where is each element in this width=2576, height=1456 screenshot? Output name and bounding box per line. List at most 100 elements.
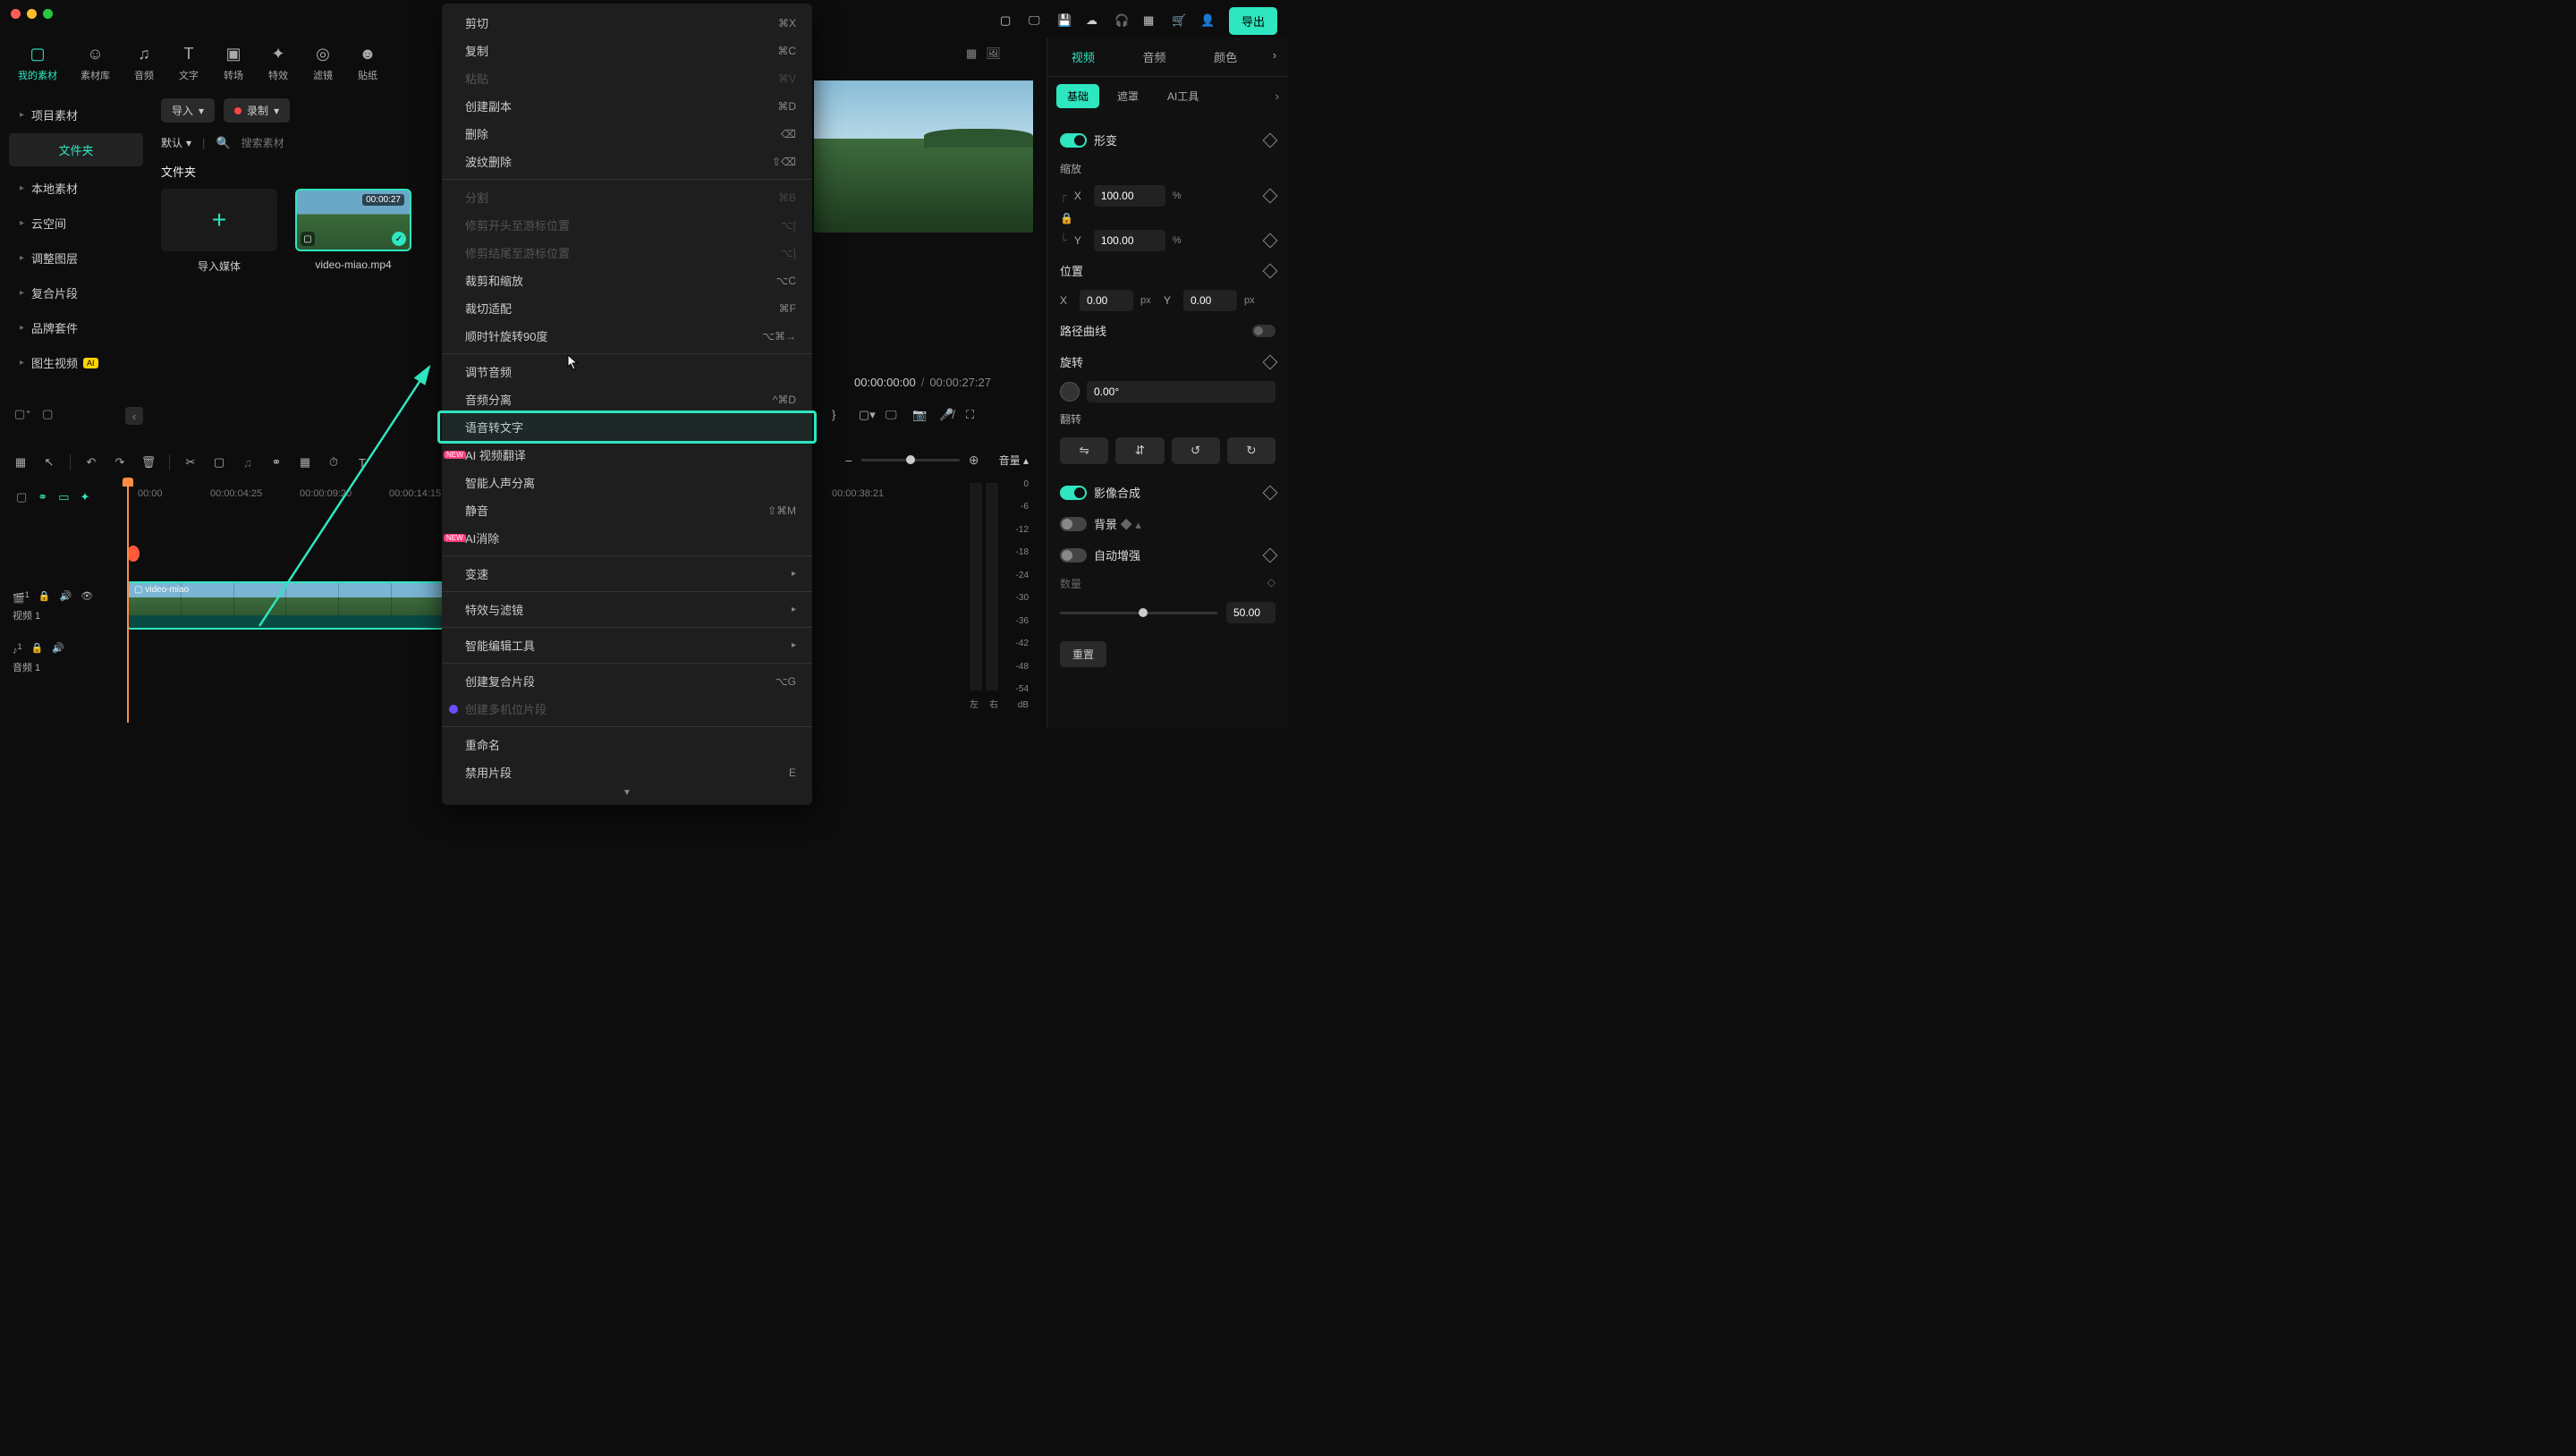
- crop-tool-icon[interactable]: ▢: [211, 454, 227, 470]
- keyframe-button[interactable]: [1263, 132, 1278, 148]
- inspector-tab-video[interactable]: 视频: [1047, 38, 1119, 76]
- select-tool-icon[interactable]: ↖: [41, 454, 57, 470]
- context-menu-item[interactable]: 重命名: [442, 731, 812, 758]
- clip-start-handle[interactable]: [127, 546, 140, 562]
- folder-tree-icon[interactable]: ▢: [42, 407, 53, 421]
- cloud-icon[interactable]: ☁: [1086, 13, 1102, 30]
- zoom-slider[interactable]: [861, 459, 960, 461]
- aspect-icon[interactable]: ▢▾: [859, 408, 873, 422]
- grid-icon[interactable]: ▦: [1143, 13, 1159, 30]
- pos-y-input[interactable]: [1183, 290, 1237, 311]
- context-menu-item[interactable]: NEWAI消除: [442, 524, 812, 552]
- link-tool-icon[interactable]: ⚭: [268, 454, 284, 470]
- mode-icon-1[interactable]: ▢: [16, 490, 27, 504]
- grid-view-icon[interactable]: ▦: [966, 47, 977, 61]
- reset-button[interactable]: 重置: [1060, 641, 1106, 667]
- context-menu-item[interactable]: 语音转文字: [442, 413, 812, 441]
- mosaic-tool-icon[interactable]: ▦: [297, 454, 313, 470]
- maximize-window-button[interactable]: [43, 9, 53, 19]
- context-menu-item[interactable]: 静音⇧⌘M: [442, 496, 812, 524]
- rotate-cw-button[interactable]: ↻: [1227, 437, 1275, 464]
- sidebar-item-folder[interactable]: 文件夹: [9, 133, 143, 166]
- marker-icon[interactable]: }: [832, 408, 846, 422]
- music-tool-icon[interactable]: ♫: [240, 454, 256, 470]
- context-menu-item[interactable]: 裁剪和缩放⌥C: [442, 267, 812, 294]
- lock-icon[interactable]: 🔒: [38, 590, 51, 605]
- auto-enhance-toggle[interactable]: [1060, 548, 1087, 563]
- subtab-mask[interactable]: 遮罩: [1106, 84, 1149, 108]
- lock-icon[interactable]: 🔒: [31, 642, 44, 656]
- inspector-tab-more[interactable]: ›: [1261, 38, 1288, 76]
- scroll-down-icon[interactable]: ▼: [442, 786, 812, 800]
- mic-off-icon[interactable]: 🎤̸: [939, 408, 953, 422]
- context-menu-item[interactable]: 智能人声分离: [442, 469, 812, 496]
- context-menu-item[interactable]: 复制⌘C: [442, 37, 812, 64]
- subtab-more[interactable]: ›: [1275, 89, 1279, 103]
- record-button[interactable]: 录制▾: [224, 98, 290, 123]
- sidebar-item-cloud[interactable]: ▸云空间: [9, 207, 143, 240]
- zoom-in-button[interactable]: ⊕: [969, 453, 979, 468]
- speed-tool-icon[interactable]: ⏱: [326, 454, 342, 470]
- minimize-window-button[interactable]: [27, 9, 37, 19]
- cut-tool-icon[interactable]: ✂: [182, 454, 199, 470]
- bg-toggle[interactable]: [1060, 517, 1087, 531]
- new-folder-icon[interactable]: ▢⁺: [14, 407, 31, 421]
- mode-icon-3[interactable]: ▭: [58, 490, 69, 504]
- keyframe-button[interactable]: [1263, 354, 1278, 369]
- layout-icon[interactable]: ▦: [13, 454, 29, 470]
- rotation-dial[interactable]: [1060, 382, 1080, 402]
- path-toggle[interactable]: [1252, 325, 1275, 337]
- context-menu-item[interactable]: 音频分离^⌘D: [442, 385, 812, 413]
- template-icon[interactable]: ▢: [1000, 13, 1016, 30]
- rotate-ccw-button[interactable]: ↺: [1172, 437, 1220, 464]
- flip-v-button[interactable]: ⇵: [1115, 437, 1164, 464]
- qty-slider[interactable]: [1060, 612, 1217, 614]
- import-button[interactable]: 导入▾: [161, 98, 215, 123]
- tab-transition[interactable]: ▣转场: [223, 43, 244, 82]
- tab-filter[interactable]: ◎滤镜: [312, 43, 334, 82]
- timeline-clip[interactable]: ▢ video-miao: [127, 581, 446, 630]
- scale-x-input[interactable]: [1094, 185, 1165, 207]
- qty-input[interactable]: [1226, 602, 1275, 623]
- context-menu-item[interactable]: 创建复合片段⌥G: [442, 667, 812, 695]
- mute-icon[interactable]: 🔊: [60, 590, 72, 605]
- redo-button[interactable]: ↷: [112, 454, 128, 470]
- user-icon[interactable]: 👤: [1200, 13, 1216, 30]
- mode-icon-2[interactable]: ⚭: [38, 490, 47, 504]
- tab-effect[interactable]: ✦特效: [267, 43, 289, 82]
- sort-dropdown[interactable]: 默认▾: [161, 135, 191, 150]
- headset-icon[interactable]: 🎧: [1114, 13, 1131, 30]
- undo-button[interactable]: ↶: [83, 454, 99, 470]
- save-icon[interactable]: 💾: [1057, 13, 1073, 30]
- keyframe-button[interactable]: [1263, 547, 1278, 563]
- tab-my-media[interactable]: ▢我的素材: [18, 43, 57, 82]
- visibility-icon[interactable]: 👁: [80, 590, 93, 605]
- tab-text[interactable]: T文字: [178, 43, 199, 82]
- clip-thumbnail[interactable]: 00:00:27 ▢ ✓: [295, 189, 411, 251]
- sidebar-item-brand[interactable]: ▸品牌套件: [9, 311, 143, 344]
- tab-audio[interactable]: ♫音频: [133, 43, 155, 82]
- context-menu-item[interactable]: 变速▸: [442, 560, 812, 588]
- rotate-input[interactable]: [1087, 381, 1275, 402]
- flip-h-button[interactable]: ⇋: [1060, 437, 1108, 464]
- lock-icon[interactable]: 🔒: [1060, 212, 1073, 224]
- mute-icon[interactable]: 🔊: [52, 642, 64, 656]
- sidebar-item-img2vid[interactable]: ▸图生视频AI: [9, 346, 143, 379]
- volume-label[interactable]: 音量 ▴: [999, 453, 1029, 468]
- search-input[interactable]: [242, 137, 438, 149]
- export-button[interactable]: 导出: [1229, 7, 1277, 35]
- context-menu-item[interactable]: 删除⌫: [442, 120, 812, 148]
- display-icon[interactable]: 🖵: [1029, 13, 1045, 30]
- media-clip-item[interactable]: 00:00:27 ▢ ✓ video-miao.mp4: [295, 189, 411, 274]
- context-menu-item[interactable]: 禁用片段E: [442, 758, 812, 786]
- context-menu-item[interactable]: 顺时针旋转90度⌥⌘→: [442, 322, 812, 350]
- inspector-tab-color[interactable]: 颜色: [1190, 38, 1261, 76]
- import-media-tile[interactable]: + 导入媒体: [161, 189, 277, 274]
- subtab-basic[interactable]: 基础: [1056, 84, 1099, 108]
- context-menu-item[interactable]: 智能编辑工具▸: [442, 631, 812, 659]
- keyframe-button[interactable]: [1263, 485, 1278, 500]
- subtab-ai[interactable]: AI工具: [1157, 84, 1209, 108]
- tab-stock[interactable]: ☺素材库: [80, 43, 110, 82]
- context-menu-item[interactable]: 特效与滤镜▸: [442, 596, 812, 623]
- context-menu-item[interactable]: 调节音频: [442, 358, 812, 385]
